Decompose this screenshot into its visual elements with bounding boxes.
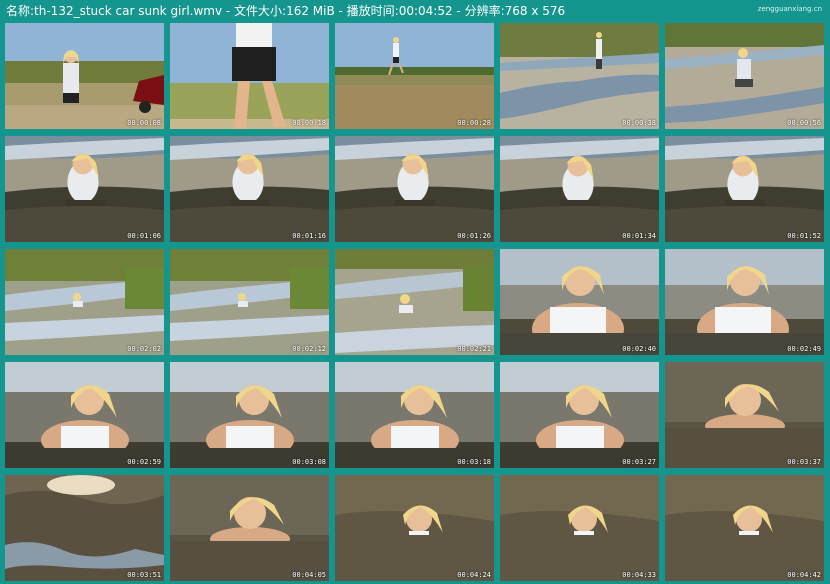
thumbnail-frame[interactable]: 00:03:18	[335, 362, 494, 468]
thumbnail-frame[interactable]: 00:02:59	[5, 362, 164, 468]
frame-timestamp: 00:01:52	[787, 232, 821, 240]
frame-image	[500, 362, 659, 468]
thumbnail-frame[interactable]: 00:03:37	[665, 362, 824, 468]
frame-image	[335, 475, 494, 581]
frame-image	[665, 136, 824, 242]
frame-timestamp: 00:04:24	[457, 571, 491, 579]
frame-timestamp: 00:03:08	[292, 458, 326, 466]
frame-image	[500, 23, 659, 129]
frame-timestamp: 00:04:42	[787, 571, 821, 579]
frame-image	[5, 23, 164, 129]
file-info-title: 名称:th-132_stuck car sunk girl.wmv - 文件大小…	[6, 4, 566, 18]
frame-image	[5, 475, 164, 581]
watermark-text: zengguanxiang.cn	[757, 5, 822, 13]
frame-timestamp: 00:02:12	[292, 345, 326, 353]
thumbnail-frame[interactable]: 00:00:08	[5, 23, 164, 129]
thumbnail-frame[interactable]: 00:01:52	[665, 136, 824, 242]
frame-image	[335, 249, 494, 355]
frame-timestamp: 00:00:28	[457, 119, 491, 127]
thumbnail-frame[interactable]: 00:04:05	[170, 475, 329, 581]
frame-timestamp: 00:03:51	[127, 571, 161, 579]
frame-image	[500, 249, 659, 355]
frame-timestamp: 00:04:33	[622, 571, 656, 579]
thumbnail-frame[interactable]: 00:04:33	[500, 475, 659, 581]
frame-timestamp: 00:01:06	[127, 232, 161, 240]
thumbnail-frame[interactable]: 00:00:28	[335, 23, 494, 129]
frame-image	[170, 475, 329, 581]
thumbnail-frame[interactable]: 00:02:40	[500, 249, 659, 355]
thumbnail-frame[interactable]: 00:02:02	[5, 249, 164, 355]
frame-image	[170, 136, 329, 242]
thumbnail-frame[interactable]: 00:00:56	[665, 23, 824, 129]
thumbnail-frame[interactable]: 00:02:21	[335, 249, 494, 355]
thumbnail-frame[interactable]: 00:03:08	[170, 362, 329, 468]
frame-timestamp: 00:02:40	[622, 345, 656, 353]
frame-timestamp: 00:03:37	[787, 458, 821, 466]
thumbnail-frame[interactable]: 00:03:27	[500, 362, 659, 468]
frame-image	[665, 362, 824, 468]
frame-image	[170, 23, 329, 129]
frame-image	[170, 362, 329, 468]
thumbnail-frame[interactable]: 00:02:49	[665, 249, 824, 355]
thumbnail-frame[interactable]: 00:03:51	[5, 475, 164, 581]
thumbnail-grid: 00:00:08 00:00:18 00:00:28 00:00:38 00:0…	[5, 23, 824, 581]
frame-image	[665, 475, 824, 581]
frame-timestamp: 00:00:38	[622, 119, 656, 127]
frame-timestamp: 00:02:49	[787, 345, 821, 353]
frame-timestamp: 00:01:16	[292, 232, 326, 240]
frame-timestamp: 00:03:18	[457, 458, 491, 466]
frame-timestamp: 00:02:59	[127, 458, 161, 466]
thumbnail-frame[interactable]: 00:01:34	[500, 136, 659, 242]
frame-image	[500, 475, 659, 581]
thumbnail-frame[interactable]: 00:02:12	[170, 249, 329, 355]
thumbnail-frame[interactable]: 00:01:06	[5, 136, 164, 242]
frame-timestamp: 00:01:34	[622, 232, 656, 240]
frame-image	[5, 136, 164, 242]
frame-timestamp: 00:04:05	[292, 571, 326, 579]
thumbnail-frame[interactable]: 00:01:26	[335, 136, 494, 242]
frame-image	[170, 249, 329, 355]
frame-timestamp: 00:00:18	[292, 119, 326, 127]
thumbnail-frame[interactable]: 00:00:18	[170, 23, 329, 129]
frame-timestamp: 00:03:27	[622, 458, 656, 466]
frame-image	[335, 362, 494, 468]
thumbnail-frame[interactable]: 00:04:42	[665, 475, 824, 581]
frame-image	[665, 23, 824, 129]
thumbnail-frame[interactable]: 00:00:38	[500, 23, 659, 129]
frame-image	[335, 23, 494, 129]
frame-image	[5, 362, 164, 468]
frame-image	[335, 136, 494, 242]
thumbnail-frame[interactable]: 00:04:24	[335, 475, 494, 581]
frame-image	[500, 136, 659, 242]
frame-image	[5, 249, 164, 355]
thumbnail-frame[interactable]: 00:01:16	[170, 136, 329, 242]
frame-timestamp: 00:00:56	[787, 119, 821, 127]
contact-sheet-header: 名称:th-132_stuck car sunk girl.wmv - 文件大小…	[0, 0, 830, 22]
frame-timestamp: 00:02:02	[127, 345, 161, 353]
frame-timestamp: 00:02:21	[457, 345, 491, 353]
frame-timestamp: 00:00:08	[127, 119, 161, 127]
frame-image	[665, 249, 824, 355]
frame-timestamp: 00:01:26	[457, 232, 491, 240]
